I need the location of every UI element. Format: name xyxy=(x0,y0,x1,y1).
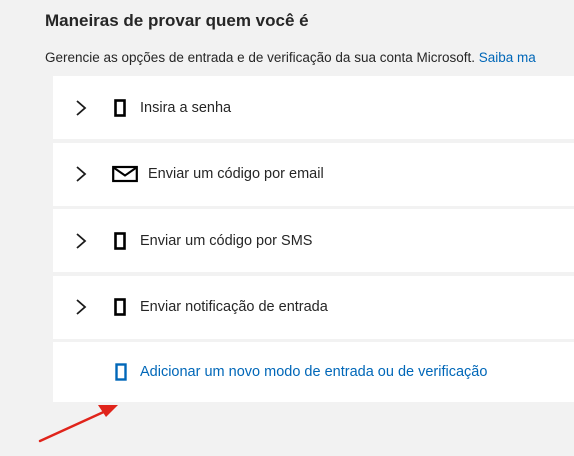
method-label: Enviar um código por SMS xyxy=(140,232,313,249)
phone-icon xyxy=(114,231,126,250)
phone-icon xyxy=(115,363,127,381)
learn-more-link[interactable]: Saiba ma xyxy=(479,50,536,65)
chevron-right-icon[interactable] xyxy=(75,232,87,250)
chevron-right-icon[interactable] xyxy=(75,165,87,183)
method-label: Enviar um código por email xyxy=(148,166,324,182)
chevron-right-icon[interactable] xyxy=(75,99,87,117)
page-title: Maneiras de provar quem você é xyxy=(45,11,309,30)
add-method-button[interactable]: Adicionar um novo modo de entrada ou de … xyxy=(53,342,574,402)
phone-icon xyxy=(114,98,126,117)
section-description: Gerencie as opções de entrada e de verif… xyxy=(45,50,536,65)
phone-icon xyxy=(114,298,126,316)
method-label: Enviar notificação de entrada xyxy=(140,299,328,315)
add-method-label[interactable]: Adicionar um novo modo de entrada ou de … xyxy=(140,364,487,380)
chevron-right-icon[interactable] xyxy=(75,298,87,316)
method-password[interactable]: Insira a senha xyxy=(53,76,574,139)
method-sign-in-notification[interactable]: Enviar notificação de entrada xyxy=(53,275,574,339)
mail-icon xyxy=(112,165,138,183)
method-sms-code[interactable]: Enviar um código por SMS xyxy=(53,209,574,272)
sign-in-methods-list: Insira a senha Enviar um código por emai… xyxy=(53,76,574,402)
method-email-code[interactable]: Enviar um código por email xyxy=(53,142,574,206)
description-text: Gerencie as opções de entrada e de verif… xyxy=(45,50,475,65)
method-label: Insira a senha xyxy=(140,99,232,116)
